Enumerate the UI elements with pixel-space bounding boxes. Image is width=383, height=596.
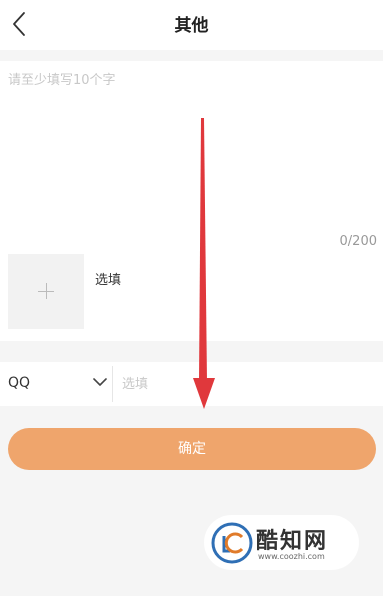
contact-type-select[interactable]: QQ bbox=[0, 362, 112, 406]
feedback-card: 0/200 选填 bbox=[0, 61, 383, 341]
contact-row: QQ bbox=[0, 362, 383, 406]
contact-divider bbox=[112, 366, 113, 402]
chevron-down-icon[interactable] bbox=[92, 376, 108, 388]
contact-type-value[interactable]: QQ bbox=[8, 375, 30, 391]
image-upload-button[interactable] bbox=[8, 254, 84, 329]
feedback-page: 其他 0/200 选填 QQ 确定 酷知网 www.coozhi.c bbox=[0, 0, 383, 596]
watermark: 酷知网 www.coozhi.com bbox=[204, 515, 359, 570]
watermark-url: www.coozhi.com bbox=[258, 552, 325, 561]
plus-icon-vertical[interactable] bbox=[46, 283, 47, 299]
char-counter: 0/200 bbox=[339, 234, 377, 249]
upload-optional-label: 选填 bbox=[95, 273, 122, 288]
watermark-name: 酷知网 bbox=[256, 529, 329, 554]
feedback-textarea[interactable] bbox=[8, 69, 368, 219]
header-bar: 其他 bbox=[0, 0, 383, 50]
contact-input[interactable] bbox=[122, 372, 372, 396]
confirm-button[interactable]: 确定 bbox=[8, 428, 376, 470]
page-title: 其他 bbox=[174, 16, 209, 36]
coozhi-logo-icon bbox=[211, 522, 253, 564]
